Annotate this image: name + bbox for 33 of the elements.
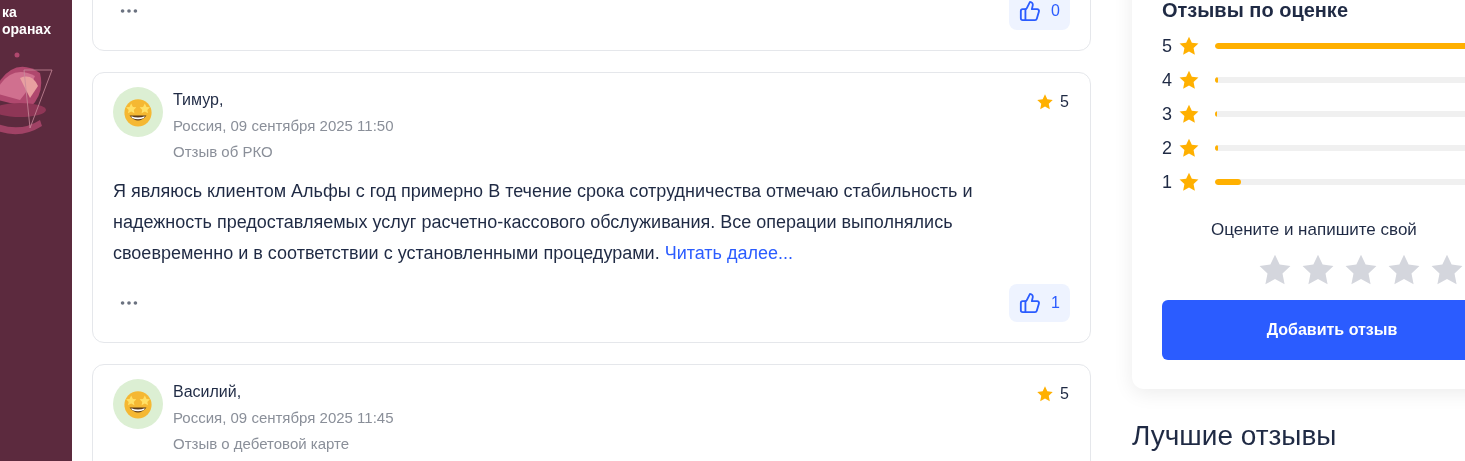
review-meta: Россия, 09 сентября 2025 11:45 [173,408,395,428]
review-topic: Отзыв о дебетовой карте [173,434,351,454]
rating-label: 2 [1162,136,1173,160]
read-more-link[interactable]: Читать далее... [664,243,794,263]
review-text: Я являюсь клиентом Альфы с год примерно В течение срока сотрудничества отмечаю стабильность и надежность предоставляемых услуг расчетно-кассового обслуживания. Все операции выполнялись своевременно и в соответствии с установленными процедурами. Читать далее... [113,180,974,265]
rating-label: 5 [1162,34,1173,58]
star-icon [1178,171,1200,193]
promo-banner[interactable]: ка оранах [0,0,72,461]
star-icon [1178,69,1200,91]
star-icon [1036,93,1055,111]
star-icon [1178,35,1200,57]
banner-text: ка [2,4,18,21]
panel-title: Отзывы по оценке [1162,0,1349,23]
rating-label: 3 [1162,102,1173,126]
author-name: Василий, [173,382,243,402]
author-name: Тимур, [173,90,225,110]
like-button[interactable]: 1 [1009,284,1070,322]
review-rating: 5 [1060,384,1069,404]
banner-text: оранах [2,21,52,38]
rating-label: 1 [1162,170,1173,194]
add-review-button[interactable]: Добавить отзыв [1162,300,1465,360]
review-rating: 5 [1060,92,1069,112]
section-title: Лучшие отзывы [1132,419,1338,453]
star-icon [1178,137,1200,159]
thumbs-up-icon [1019,292,1042,314]
review-meta: Россия, 09 сентября 2025 11:50 [173,116,395,136]
thumbs-up-icon [1019,0,1042,22]
rating-label: 4 [1162,68,1173,92]
star-icon [1178,103,1200,125]
review-topic: Отзыв об РКО [173,142,274,162]
star-icon [1036,385,1055,403]
like-button[interactable]: 0 [1009,0,1070,30]
rate-prompt: Оцените и напишите свой [1210,219,1418,241]
